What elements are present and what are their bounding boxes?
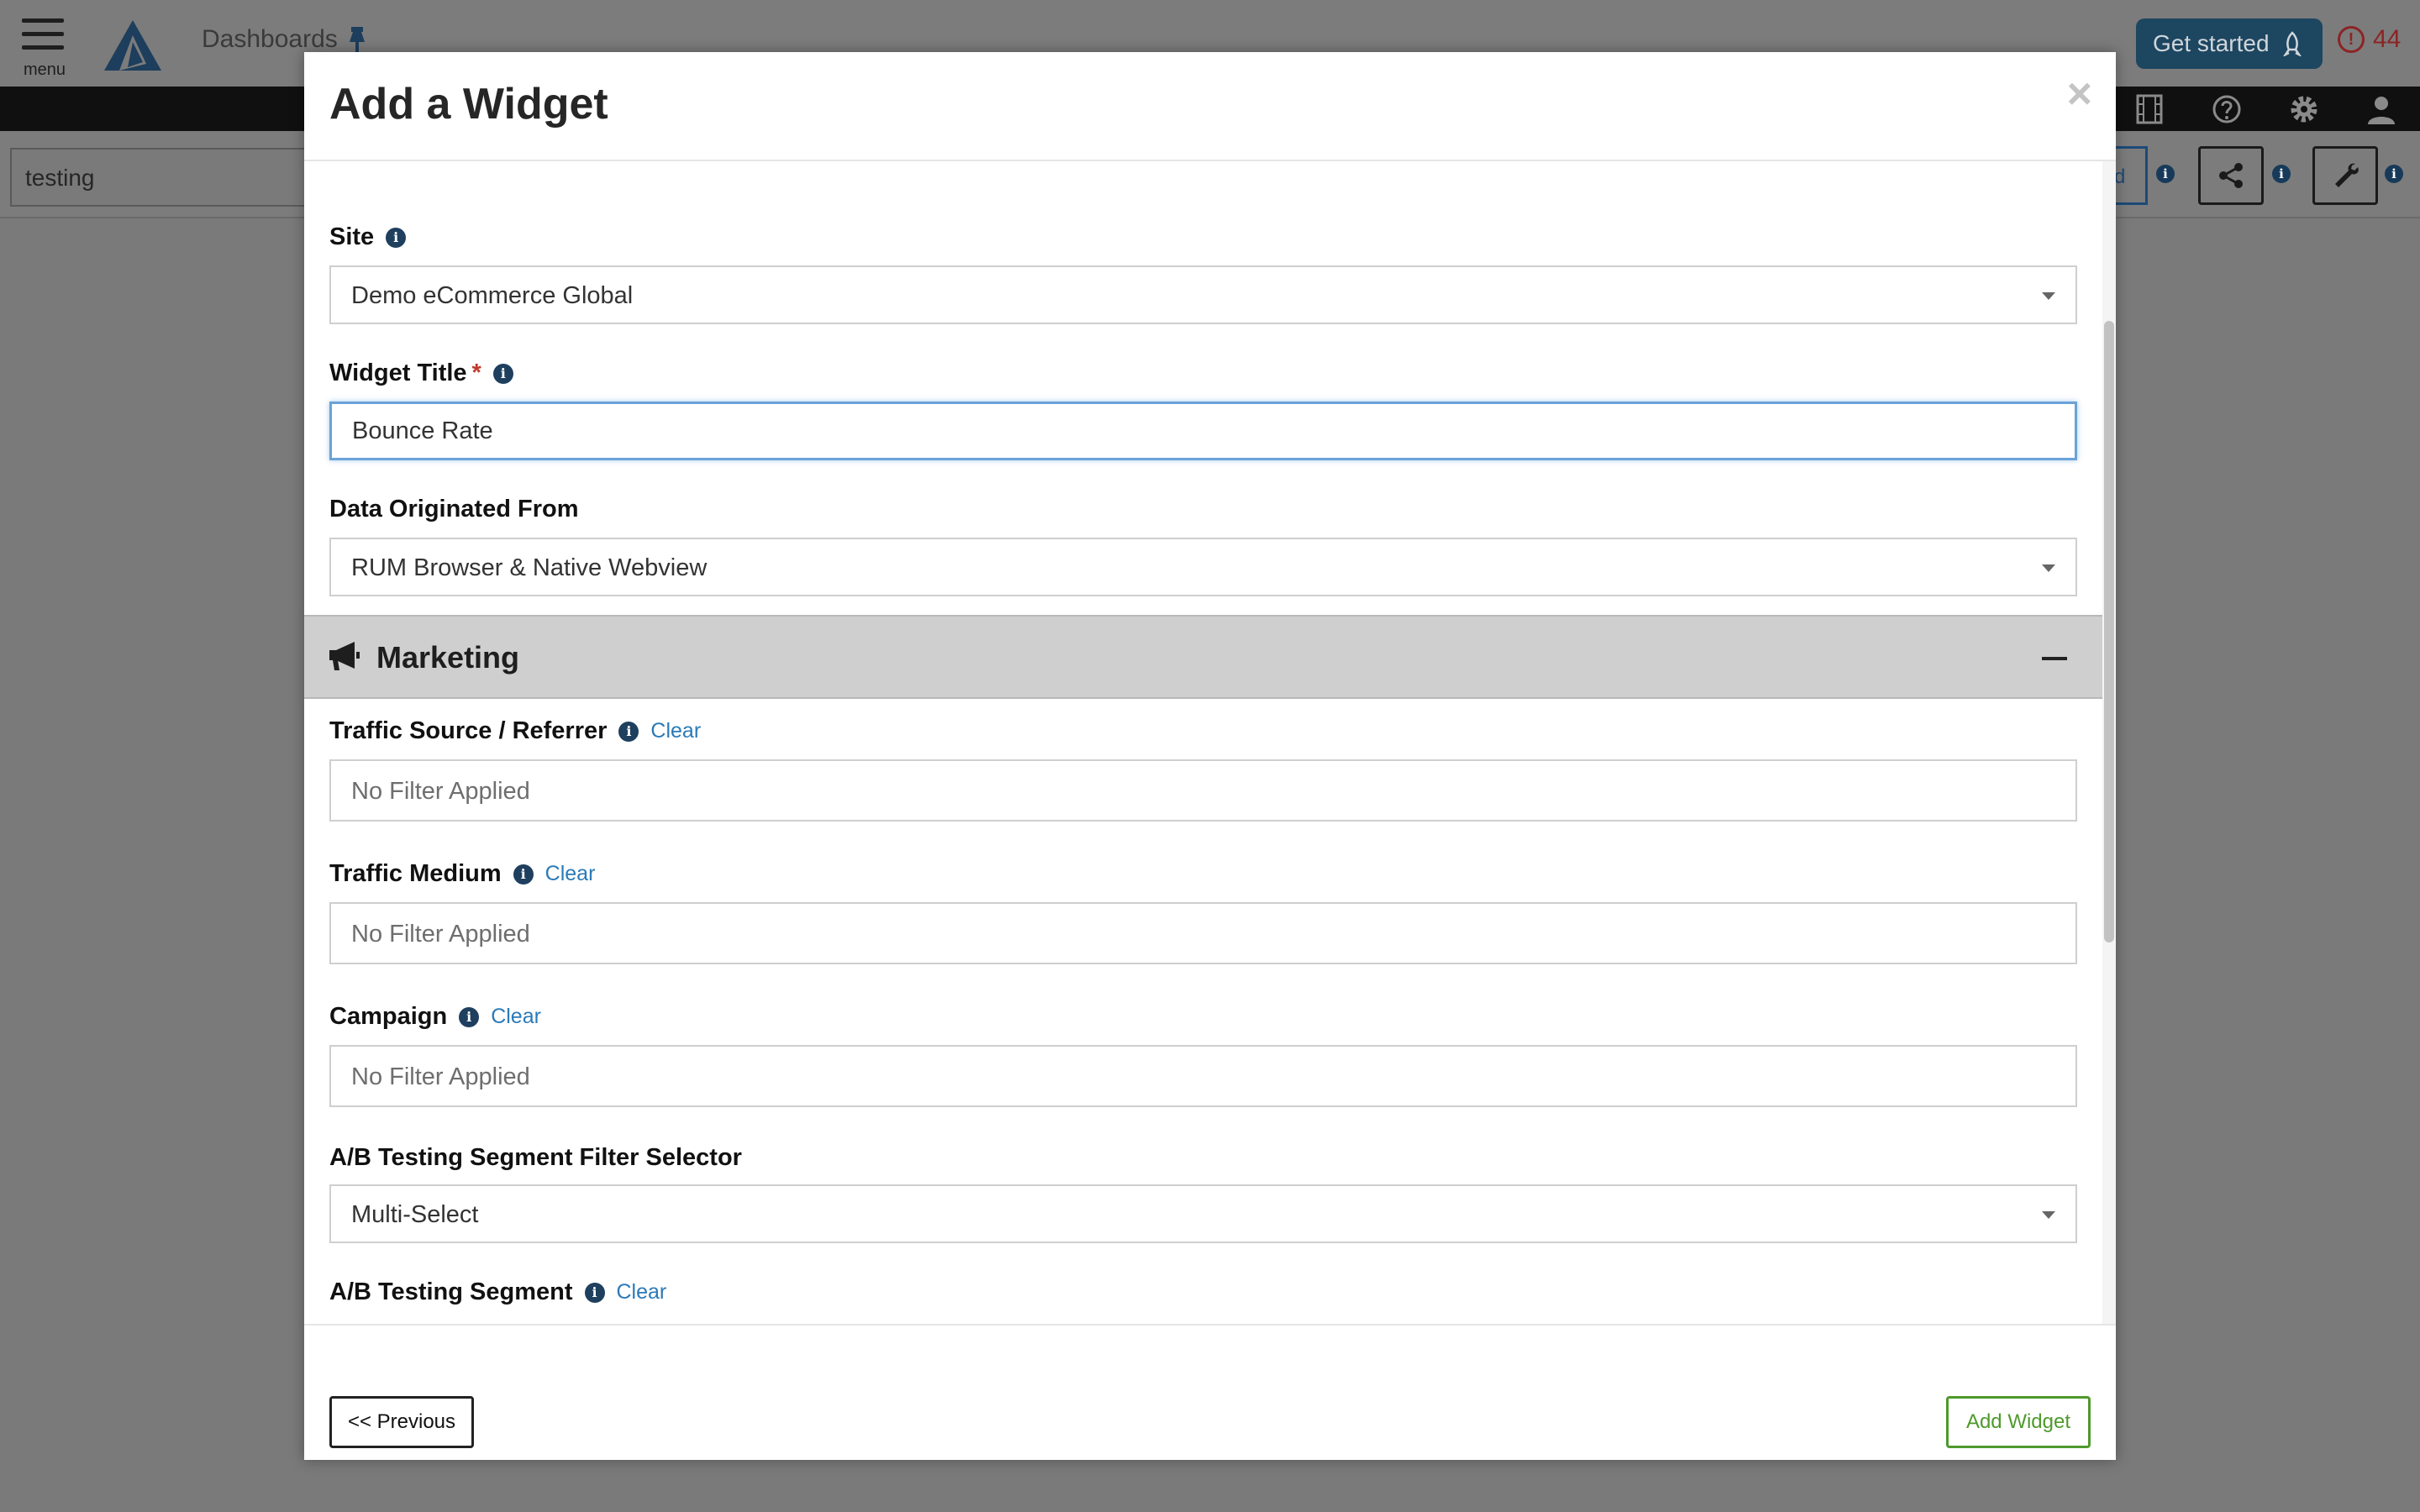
site-select[interactable]: Demo eCommerce Global bbox=[329, 265, 2077, 324]
info-icon[interactable]: i bbox=[584, 1282, 605, 1303]
site-label: Site i bbox=[329, 223, 407, 251]
gear-icon[interactable] bbox=[2287, 92, 2321, 126]
add-widget-modal: Add a Widget × Site i Demo eCommerce Glo… bbox=[304, 52, 2116, 1460]
user-icon[interactable] bbox=[2365, 92, 2398, 126]
modal-header: Add a Widget × bbox=[304, 52, 2116, 161]
traffic-medium-filter[interactable]: No Filter Applied bbox=[329, 902, 2077, 964]
site-select-value: Demo eCommerce Global bbox=[351, 282, 634, 309]
ab-segment-label: A/B Testing Segment i Clear bbox=[329, 1278, 666, 1306]
get-started-button[interactable]: Get started bbox=[2136, 18, 2323, 69]
chevron-down-icon bbox=[2042, 564, 2055, 572]
traffic-medium-clear-link[interactable]: Clear bbox=[545, 862, 596, 886]
film-icon[interactable] bbox=[2133, 92, 2166, 126]
chevron-down-icon bbox=[2042, 292, 2055, 300]
info-icon: i bbox=[2272, 165, 2291, 183]
scrollbar-thumb[interactable] bbox=[2104, 321, 2114, 942]
section-title: Marketing bbox=[376, 640, 520, 675]
hamburger-icon[interactable]: menu bbox=[22, 18, 66, 79]
ab-segment-clear-link[interactable]: Clear bbox=[617, 1280, 667, 1305]
traffic-source-filter[interactable]: No Filter Applied bbox=[329, 759, 2077, 822]
campaign-label: Campaign i Clear bbox=[329, 1003, 541, 1031]
megaphone-icon bbox=[329, 642, 360, 670]
help-icon[interactable] bbox=[2210, 92, 2244, 126]
campaign-label-text: Campaign bbox=[329, 1003, 448, 1030]
dashboards-breadcrumb[interactable]: Dashboards bbox=[202, 25, 338, 54]
get-started-label: Get started bbox=[2153, 30, 2270, 56]
widget-title-input[interactable]: Bounce Rate bbox=[329, 402, 2077, 460]
alert-count: 44 bbox=[2373, 25, 2402, 53]
info-icon[interactable]: i bbox=[459, 1006, 480, 1027]
required-marker: * bbox=[471, 360, 481, 386]
modal-title: Add a Widget bbox=[329, 80, 608, 129]
campaign-filter[interactable]: No Filter Applied bbox=[329, 1045, 2077, 1107]
logo-icon bbox=[104, 20, 161, 71]
widget-title-label-text: Widget Title bbox=[329, 360, 467, 386]
info-icon: i bbox=[2385, 165, 2403, 183]
ab-selector-select[interactable]: Multi-Select bbox=[329, 1184, 2077, 1243]
settings-wrench-button[interactable] bbox=[2312, 146, 2378, 205]
wrench-icon bbox=[2335, 163, 2359, 187]
add-widget-button[interactable]: Add Widget bbox=[1946, 1396, 2091, 1448]
data-origin-select-value: RUM Browser & Native Webview bbox=[351, 554, 708, 581]
traffic-source-clear-link[interactable]: Clear bbox=[650, 719, 701, 743]
modal-footer: << Previous Add Widget bbox=[304, 1324, 2116, 1460]
rocket-icon bbox=[2282, 31, 2302, 56]
site-label-text: Site bbox=[329, 223, 375, 250]
ab-segment-label-text: A/B Testing Segment bbox=[329, 1278, 573, 1305]
menu-label: menu bbox=[24, 60, 66, 79]
previous-button[interactable]: << Previous bbox=[329, 1396, 474, 1448]
alert-indicator[interactable]: ! 44 bbox=[2338, 25, 2401, 54]
pin-icon[interactable] bbox=[345, 25, 370, 54]
widget-title-label: Widget Title * i bbox=[329, 360, 513, 387]
traffic-source-label-text: Traffic Source / Referrer bbox=[329, 717, 608, 744]
scrollbar[interactable] bbox=[2102, 161, 2116, 1324]
campaign-clear-link[interactable]: Clear bbox=[491, 1005, 541, 1029]
info-icon[interactable]: i bbox=[618, 721, 639, 742]
share-button[interactable] bbox=[2198, 146, 2264, 205]
info-icon[interactable]: i bbox=[492, 363, 513, 384]
chevron-down-icon bbox=[2042, 1211, 2055, 1219]
alert-icon: ! bbox=[2338, 26, 2365, 53]
traffic-medium-label: Traffic Medium i Clear bbox=[329, 860, 595, 888]
close-icon[interactable]: × bbox=[2067, 69, 2092, 119]
traffic-source-label: Traffic Source / Referrer i Clear bbox=[329, 717, 701, 745]
info-icon: i bbox=[2156, 165, 2175, 183]
marketing-section-header[interactable]: Marketing bbox=[304, 615, 2102, 699]
share-icon bbox=[2219, 163, 2243, 188]
traffic-medium-label-text: Traffic Medium bbox=[329, 860, 502, 887]
info-icon[interactable]: i bbox=[513, 864, 534, 885]
ab-selector-value: Multi-Select bbox=[351, 1201, 479, 1228]
data-origin-select[interactable]: RUM Browser & Native Webview bbox=[329, 538, 2077, 596]
modal-body[interactable]: Site i Demo eCommerce Global Widget Titl… bbox=[304, 161, 2116, 1324]
ab-selector-label: A/B Testing Segment Filter Selector bbox=[329, 1144, 742, 1171]
data-origin-label: Data Originated From bbox=[329, 496, 579, 522]
info-icon[interactable]: i bbox=[386, 227, 407, 248]
collapse-icon[interactable] bbox=[2042, 657, 2067, 660]
